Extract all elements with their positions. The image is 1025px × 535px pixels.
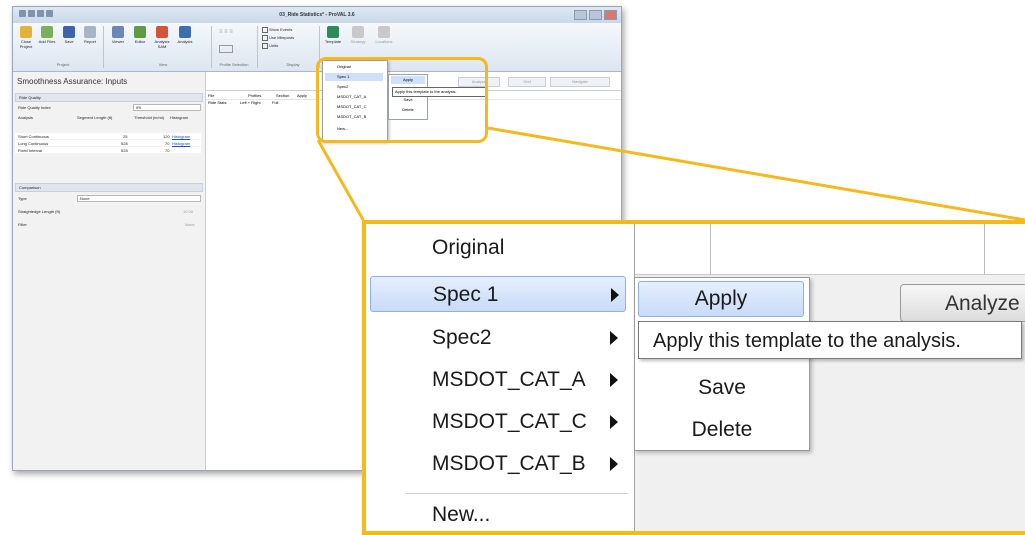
menu-item-spec1[interactable]: Spec 1 — [370, 276, 626, 312]
submenu-arrow-icon — [610, 373, 618, 387]
template-submenu: Apply Save Delete — [634, 277, 810, 451]
submenu-arrow-icon — [611, 288, 619, 302]
submenu-arrow-icon — [610, 331, 618, 345]
menu-separator — [406, 493, 628, 494]
menu-strip-background — [634, 224, 1025, 275]
zoom-callout: Analyze Original Spec 1 Spec2 MSDOT_CAT_… — [362, 220, 1025, 535]
menu-item-msdot-cat-b[interactable]: MSDOT_CAT_B — [370, 446, 626, 482]
save-menu-item[interactable]: Save — [635, 376, 809, 400]
template-menu: Original Spec 1 Spec2 MSDOT_CAT_A MSDOT_… — [366, 224, 635, 531]
menu-item-msdot-cat-a[interactable]: MSDOT_CAT_A — [370, 362, 626, 398]
delete-menu-item[interactable]: Delete — [635, 418, 809, 442]
apply-menu-item[interactable]: Apply — [638, 281, 804, 317]
menu-item-new[interactable]: New... — [370, 497, 626, 531]
menu-item-msdot-cat-c[interactable]: MSDOT_CAT_C — [370, 404, 626, 440]
analyze-button[interactable]: Analyze — [900, 284, 1025, 322]
menu-item-spec2[interactable]: Spec2 — [370, 320, 626, 356]
submenu-arrow-icon — [610, 415, 618, 429]
submenu-arrow-icon — [610, 457, 618, 471]
menu-item-original[interactable]: Original — [370, 230, 626, 266]
apply-tooltip: Apply this template to the analysis. — [638, 321, 1022, 359]
